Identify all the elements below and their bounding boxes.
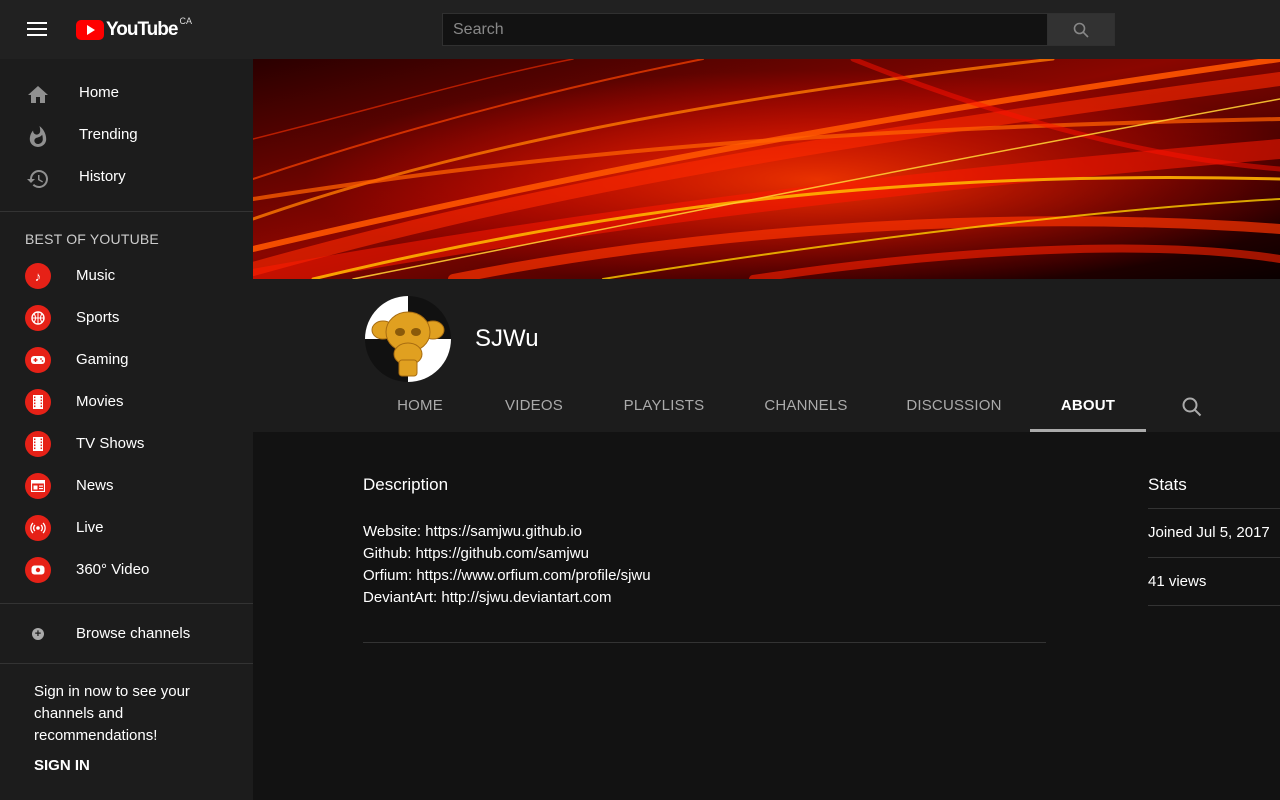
sidebar-item-360-video[interactable]: 360° Video (0, 551, 253, 591)
description-label: Github: (363, 545, 416, 562)
play-logo-icon (76, 20, 104, 40)
sidebar-item-movies[interactable]: Movies (0, 383, 253, 423)
gaming-icon (25, 347, 51, 373)
sidebar-item-home[interactable]: Home (0, 73, 253, 113)
sidebar-item-label: Live (76, 519, 104, 536)
sidebar-divider (0, 603, 253, 604)
youtube-logo[interactable]: YouTube CA (76, 16, 192, 42)
music-icon: ♪ (25, 263, 51, 289)
website-link[interactable]: https://samjwu.github.io (425, 523, 582, 540)
logo-country: CA (179, 16, 192, 26)
deviantart-link[interactable]: http://sjwu.deviantart.com (441, 589, 611, 606)
sidebar-item-label: Gaming (76, 351, 129, 368)
sidebar-item-label: News (76, 477, 114, 494)
channel-tabs: HOME VIDEOS PLAYLISTS CHANNELS DISCUSSIO… (253, 383, 1280, 432)
movies-icon (25, 389, 51, 415)
banner-art (253, 59, 1280, 279)
history-icon (27, 170, 48, 188)
masthead: YouTube CA (0, 0, 1280, 59)
github-link[interactable]: https://github.com/samjwu (416, 545, 589, 562)
sidebar-divider (0, 663, 253, 664)
sidebar-divider (0, 211, 253, 212)
sidebar-item-news[interactable]: News (0, 467, 253, 507)
search-button[interactable] (1047, 13, 1115, 46)
live-icon (25, 515, 51, 541)
sidebar-item-label: Movies (76, 393, 124, 410)
sports-icon (25, 305, 51, 331)
channel-header: SJWu HOME VIDEOS PLAYLISTS CHANNELS DISC… (253, 279, 1280, 432)
sidebar: Home Trending History BEST OF YOUTUBE ♪ … (0, 59, 253, 800)
sidebar-item-label: Browse channels (76, 625, 191, 642)
sidebar-item-label: 360° Video (76, 561, 150, 578)
sidebar-item-sports[interactable]: Sports (0, 299, 253, 339)
tab-home[interactable]: HOME (384, 383, 456, 432)
joined-date: Joined Jul 5, 2017 (1148, 524, 1270, 541)
description-label: Orfium: (363, 567, 417, 584)
channel-name: SJWu (475, 325, 539, 352)
channel-banner (253, 59, 1280, 279)
sidebar-item-live[interactable]: Live (0, 509, 253, 549)
description-label: DeviantArt: (363, 589, 442, 606)
trending-icon (29, 126, 47, 147)
sidebar-item-browse-channels[interactable]: + Browse channels (0, 619, 253, 649)
news-icon (25, 473, 51, 499)
tab-about[interactable]: ABOUT (1030, 383, 1146, 432)
sidebar-item-gaming[interactable]: Gaming (0, 341, 253, 381)
sidebar-item-history[interactable]: History (0, 157, 253, 197)
sidebar-item-tv-shows[interactable]: TV Shows (0, 425, 253, 465)
tab-videos[interactable]: VIDEOS (494, 383, 574, 432)
360-video-icon (25, 557, 51, 583)
section-title: BEST OF YOUTUBE (25, 231, 159, 247)
description-divider (363, 642, 1046, 643)
search-icon (1073, 22, 1089, 38)
sidebar-item-label: Trending (79, 126, 138, 143)
description-line-github: Github: https://github.com/samjwu (363, 545, 589, 562)
description-label: Website: (363, 523, 426, 540)
sidebar-item-trending[interactable]: Trending (0, 115, 253, 155)
menu-icon[interactable] (27, 21, 49, 39)
tab-discussion[interactable]: DISCUSSION (899, 383, 1009, 432)
signin-prompt: Sign in now to see your channels and rec… (34, 683, 190, 744)
sidebar-item-label: TV Shows (76, 435, 145, 452)
stats-divider (1148, 557, 1280, 558)
view-count: 41 views (1148, 573, 1207, 590)
tab-channels[interactable]: CHANNELS (751, 383, 861, 432)
logo-text: YouTube (106, 19, 178, 40)
stats-divider (1148, 508, 1280, 509)
description-line-orfium: Orfium: https://www.orfium.com/profile/s… (363, 567, 651, 584)
home-icon (28, 86, 48, 103)
description-title: Description (363, 475, 449, 494)
stats-divider (1148, 605, 1280, 606)
sidebar-item-music[interactable]: ♪ Music (0, 257, 253, 297)
channel-search-icon[interactable] (1181, 396, 1203, 418)
sidebar-item-label: Sports (76, 309, 120, 326)
orfium-link[interactable]: https://www.orfium.com/profile/sjwu (416, 567, 650, 584)
sidebar-item-label: Music (76, 267, 116, 284)
sidebar-item-label: Home (79, 84, 120, 101)
sign-in-button[interactable]: SIGN IN (34, 757, 90, 774)
search-input[interactable] (442, 13, 1048, 46)
stats-title: Stats (1148, 475, 1187, 494)
sidebar-item-label: History (79, 168, 126, 185)
tab-playlists[interactable]: PLAYLISTS (609, 383, 719, 432)
description-line-website: Website: https://samjwu.github.io (363, 523, 582, 540)
tv-shows-icon (25, 431, 51, 457)
description-line-deviantart: DeviantArt: http://sjwu.deviantart.com (363, 589, 611, 606)
monkey-avatar-icon (365, 296, 451, 382)
add-circle-icon: + (32, 628, 44, 640)
channel-avatar[interactable] (365, 296, 451, 382)
